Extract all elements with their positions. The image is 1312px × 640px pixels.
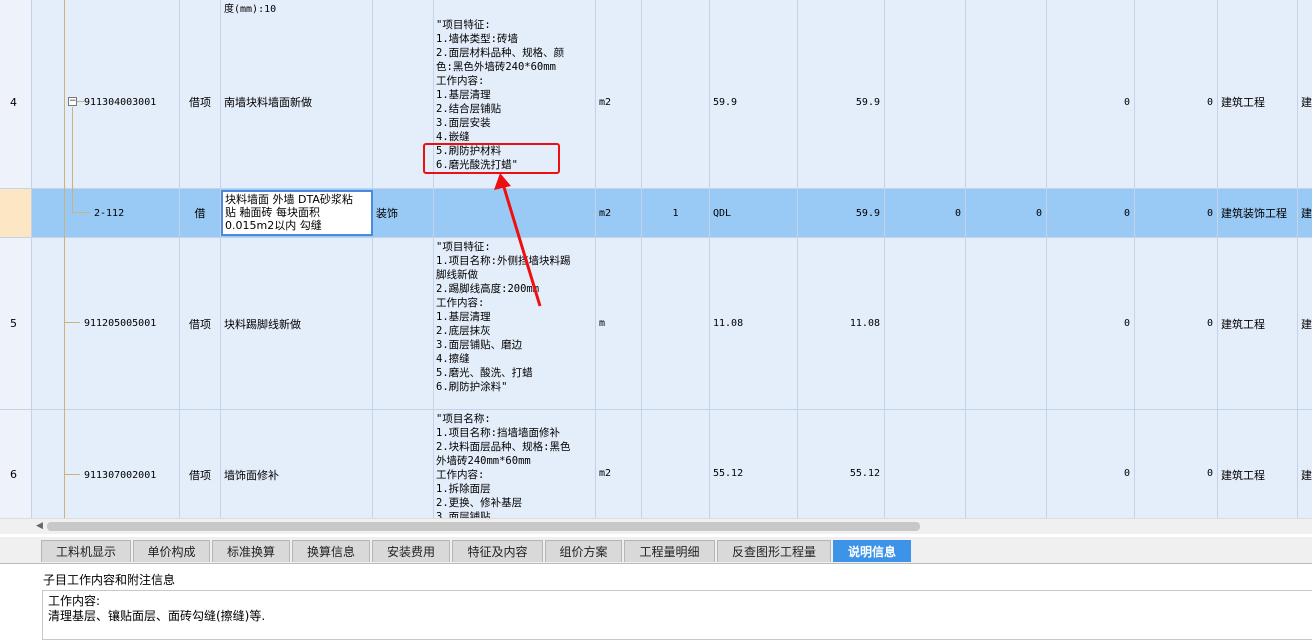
scroll-left-icon[interactable]: ◀ [36, 521, 43, 531]
tree-connector [64, 322, 80, 323]
table-row[interactable]: 6 911307002001 借项 墙饰面修补 "项目名称: 1.项目名称:挡墙… [0, 410, 1312, 518]
category-cell[interactable] [373, 410, 434, 518]
data-grid: 度(mm):10 4 911304003001 借项 南墙块料墙面新做 "项目特… [0, 0, 1312, 518]
tab-unit-price[interactable]: 单价构成 [133, 540, 210, 562]
tree-connector [72, 212, 90, 213]
value-cell[interactable]: 0 [1047, 238, 1135, 409]
type-cell[interactable]: 借项 [180, 238, 221, 409]
item-code: 911205005001 [84, 318, 157, 329]
value-cell[interactable]: 0 [1047, 16, 1135, 188]
description-line: 工作内容: [48, 594, 101, 608]
type-cell[interactable]: 借项 [180, 16, 221, 188]
extra-cell[interactable]: 建 [1298, 189, 1312, 237]
qty-expr-cell[interactable]: 55.12 [710, 410, 798, 518]
tab-pricing-plan[interactable]: 组价方案 [545, 540, 622, 562]
major-cell[interactable]: 建筑工程 [1218, 16, 1298, 188]
category-cell[interactable]: 装饰 [373, 189, 434, 237]
collapse-icon[interactable]: − [68, 97, 77, 106]
feature-desc-cell[interactable] [434, 189, 596, 237]
name-cell[interactable]: 南墙块料墙面新做 [221, 16, 373, 188]
major-cell[interactable]: 建筑工程 [1218, 410, 1298, 518]
description-line: 清理基层、镶贴面层、面砖勾缝(擦缝)等. [48, 609, 266, 623]
type-cell[interactable]: 借 [180, 189, 221, 237]
tree-connector [72, 107, 73, 212]
row-number: 4 [0, 16, 32, 188]
name-cell[interactable]: 块料踢脚线新做 [221, 238, 373, 409]
unit-cell[interactable]: m2 [596, 410, 642, 518]
value-cell[interactable]: 0 [1135, 238, 1218, 409]
qty-cell[interactable]: 59.9 [798, 16, 885, 188]
feature-desc-cell[interactable]: "项目名称: 1.项目名称:挡墙墙面修补 2.块料面层品种、规格:黑色 外墙砖2… [434, 410, 596, 518]
table-row[interactable]: 5 911205005001 借项 块料踢脚线新做 "项目特征: 1.项目名称:… [0, 238, 1312, 410]
tab-install-fee[interactable]: 安装费用 [372, 540, 450, 562]
panel-title: 子目工作内容和附注信息 [43, 573, 176, 587]
table-row-selected[interactable]: 2-112 借 装饰 m2 1 QDL 59.9 0 0 0 0 建筑装饰工程 … [0, 189, 1312, 238]
value-cell[interactable]: 0 [1135, 410, 1218, 518]
tab-features[interactable]: 特征及内容 [452, 540, 543, 562]
annotation-highlight-box [423, 143, 560, 174]
value-cell[interactable]: 0 [1135, 189, 1218, 237]
major-cell[interactable]: 建筑工程 [1218, 238, 1298, 409]
tree-connector [77, 101, 85, 102]
item-code: 2-112 [94, 207, 125, 219]
coef-cell[interactable] [642, 238, 710, 409]
name-edit-input[interactable]: 块料墙面 外墙 DTA砂浆粘 贴 釉面砖 每块面积 0.015m2以内 勾缝 [221, 190, 373, 236]
tab-reverse-check[interactable]: 反查图形工程量 [717, 540, 831, 562]
code-cell[interactable]: 2-112 [32, 189, 180, 237]
item-code: 911307002001 [84, 470, 157, 481]
coef-cell[interactable]: 1 [642, 189, 710, 237]
qty-expr-cell[interactable]: 11.08 [710, 238, 798, 409]
unit-cell[interactable]: m2 [596, 189, 642, 237]
horizontal-scrollbar[interactable]: ◀ [0, 518, 1312, 534]
row-number [0, 189, 32, 237]
partial-desc: 度(mm):10 [224, 4, 277, 15]
description-textarea[interactable]: 工作内容: 清理基层、镶贴面层、面砖勾缝(擦缝)等. [42, 590, 1312, 640]
table-row[interactable]: 4 911304003001 借项 南墙块料墙面新做 "项目特征: 1.墙体类型… [0, 16, 1312, 189]
unit-cell[interactable]: m2 [596, 16, 642, 188]
qty-expr-cell[interactable]: QDL [710, 189, 798, 237]
bottom-tab-bar: 工料机显示 单价构成 标准换算 换算信息 安装费用 特征及内容 组价方案 工程量… [0, 537, 1312, 564]
tab-standard-conversion[interactable]: 标准换算 [212, 540, 290, 562]
category-cell[interactable] [373, 238, 434, 409]
qty-expr-cell[interactable]: 59.9 [710, 16, 798, 188]
item-code: 911304003001 [84, 96, 157, 108]
major-cell[interactable]: 建筑装饰工程 [1218, 189, 1298, 237]
code-cell[interactable]: 911304003001 [32, 16, 180, 188]
row-number: 6 [0, 410, 32, 518]
value-cell[interactable]: 0 [1135, 16, 1218, 188]
value-cell[interactable]: 0 [966, 189, 1047, 237]
code-cell[interactable]: 911307002001 [32, 410, 180, 518]
extra-cell[interactable]: 建 [1298, 410, 1312, 518]
value-cell[interactable]: 0 [885, 189, 966, 237]
tab-labor-material[interactable]: 工料机显示 [41, 540, 131, 562]
code-cell[interactable]: 911205005001 [32, 238, 180, 409]
unit-cell[interactable]: m [596, 238, 642, 409]
name-cell[interactable]: 墙饰面修补 [221, 410, 373, 518]
row-number: 5 [0, 238, 32, 409]
feature-desc-cell[interactable]: "项目特征: 1.项目名称:外侧挡墙块料踢 脚线新做 2.踢脚线高度:200mm… [434, 238, 596, 409]
table-row[interactable]: 度(mm):10 [0, 0, 1312, 17]
tab-conversion-info[interactable]: 换算信息 [292, 540, 370, 562]
qty-cell[interactable]: 55.12 [798, 410, 885, 518]
value-cell[interactable]: 0 [1047, 410, 1135, 518]
extra-cell[interactable]: 建 [1298, 16, 1312, 188]
type-cell[interactable]: 借项 [180, 410, 221, 518]
coef-cell[interactable] [642, 16, 710, 188]
tree-connector [64, 474, 80, 475]
tree-connector [64, 0, 65, 518]
value-cell[interactable]: 0 [1047, 189, 1135, 237]
tab-description[interactable]: 说明信息 [833, 540, 911, 562]
scrollbar-thumb[interactable] [47, 522, 920, 531]
tab-quantity-detail[interactable]: 工程量明细 [624, 540, 715, 562]
qty-cell[interactable]: 59.9 [798, 189, 885, 237]
coef-cell[interactable] [642, 410, 710, 518]
extra-cell[interactable]: 建 [1298, 238, 1312, 409]
qty-cell[interactable]: 11.08 [798, 238, 885, 409]
